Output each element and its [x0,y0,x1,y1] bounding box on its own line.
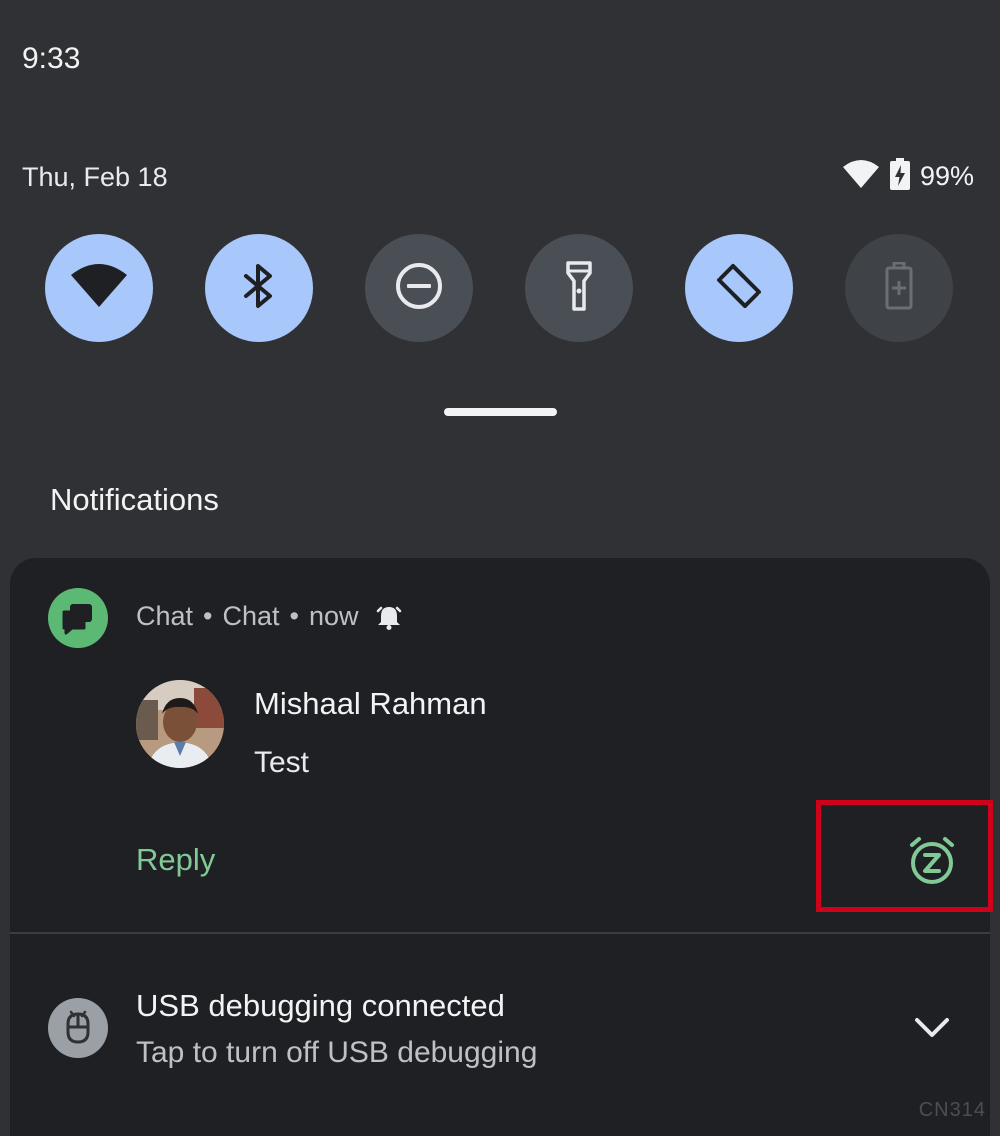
separator-dot: • [289,601,299,631]
usb-notification-subtitle[interactable]: Tap to turn off USB debugging [136,1036,537,1070]
auto-rotate-icon [713,260,765,317]
usb-notification-title[interactable]: USB debugging connected [136,988,505,1024]
channel-name: Chat [222,601,280,631]
sender-name: Mishaal Rahman [254,686,487,721]
notification-time: now [309,601,359,631]
bluetooth-tile[interactable] [205,234,313,342]
snooze-button[interactable] [902,832,962,892]
do-not-disturb-tile[interactable] [365,234,473,342]
battery-charging-icon [889,158,910,195]
usb-debugging-icon [48,998,108,1058]
separator-dot: • [203,601,213,631]
notification-shade: 9:33 Thu, Feb 18 99% Notifications Chat … [0,0,1000,1136]
battery-percent: 99% [919,161,974,191]
battery-saver-icon [885,261,913,315]
watermark-text: CN314 [918,1099,986,1121]
notifications-heading: Notifications [50,482,219,517]
do-not-disturb-icon [394,261,444,316]
flashlight-icon [565,260,593,316]
watermark: CN314 [919,1099,986,1122]
chat-app-icon [48,588,108,648]
notification-divider [10,932,990,934]
bluetooth-icon [242,262,276,315]
flashlight-tile[interactable] [525,234,633,342]
wifi-icon [69,263,129,314]
app-name: Chat [136,601,194,631]
status-icons: 99% [842,158,974,195]
auto-rotate-tile[interactable] [685,234,793,342]
drag-handle[interactable] [444,408,557,416]
expand-button[interactable] [908,1010,956,1050]
avatar [136,680,224,768]
wifi-tile[interactable] [45,234,153,342]
quick-settings-row [45,234,955,342]
snooze-alarm-icon [906,834,958,891]
chevron-down-icon [914,1017,950,1044]
date-label: Thu, Feb 18 [22,162,168,192]
battery-saver-tile[interactable] [845,234,953,342]
message-text: Test [254,746,310,779]
reply-button[interactable]: Reply [136,842,215,878]
clock: 9:33 [22,42,81,75]
alert-bell-icon [375,603,403,631]
wifi-icon [842,159,880,194]
chat-notification-header[interactable]: Chat • Chat • now [136,601,403,632]
